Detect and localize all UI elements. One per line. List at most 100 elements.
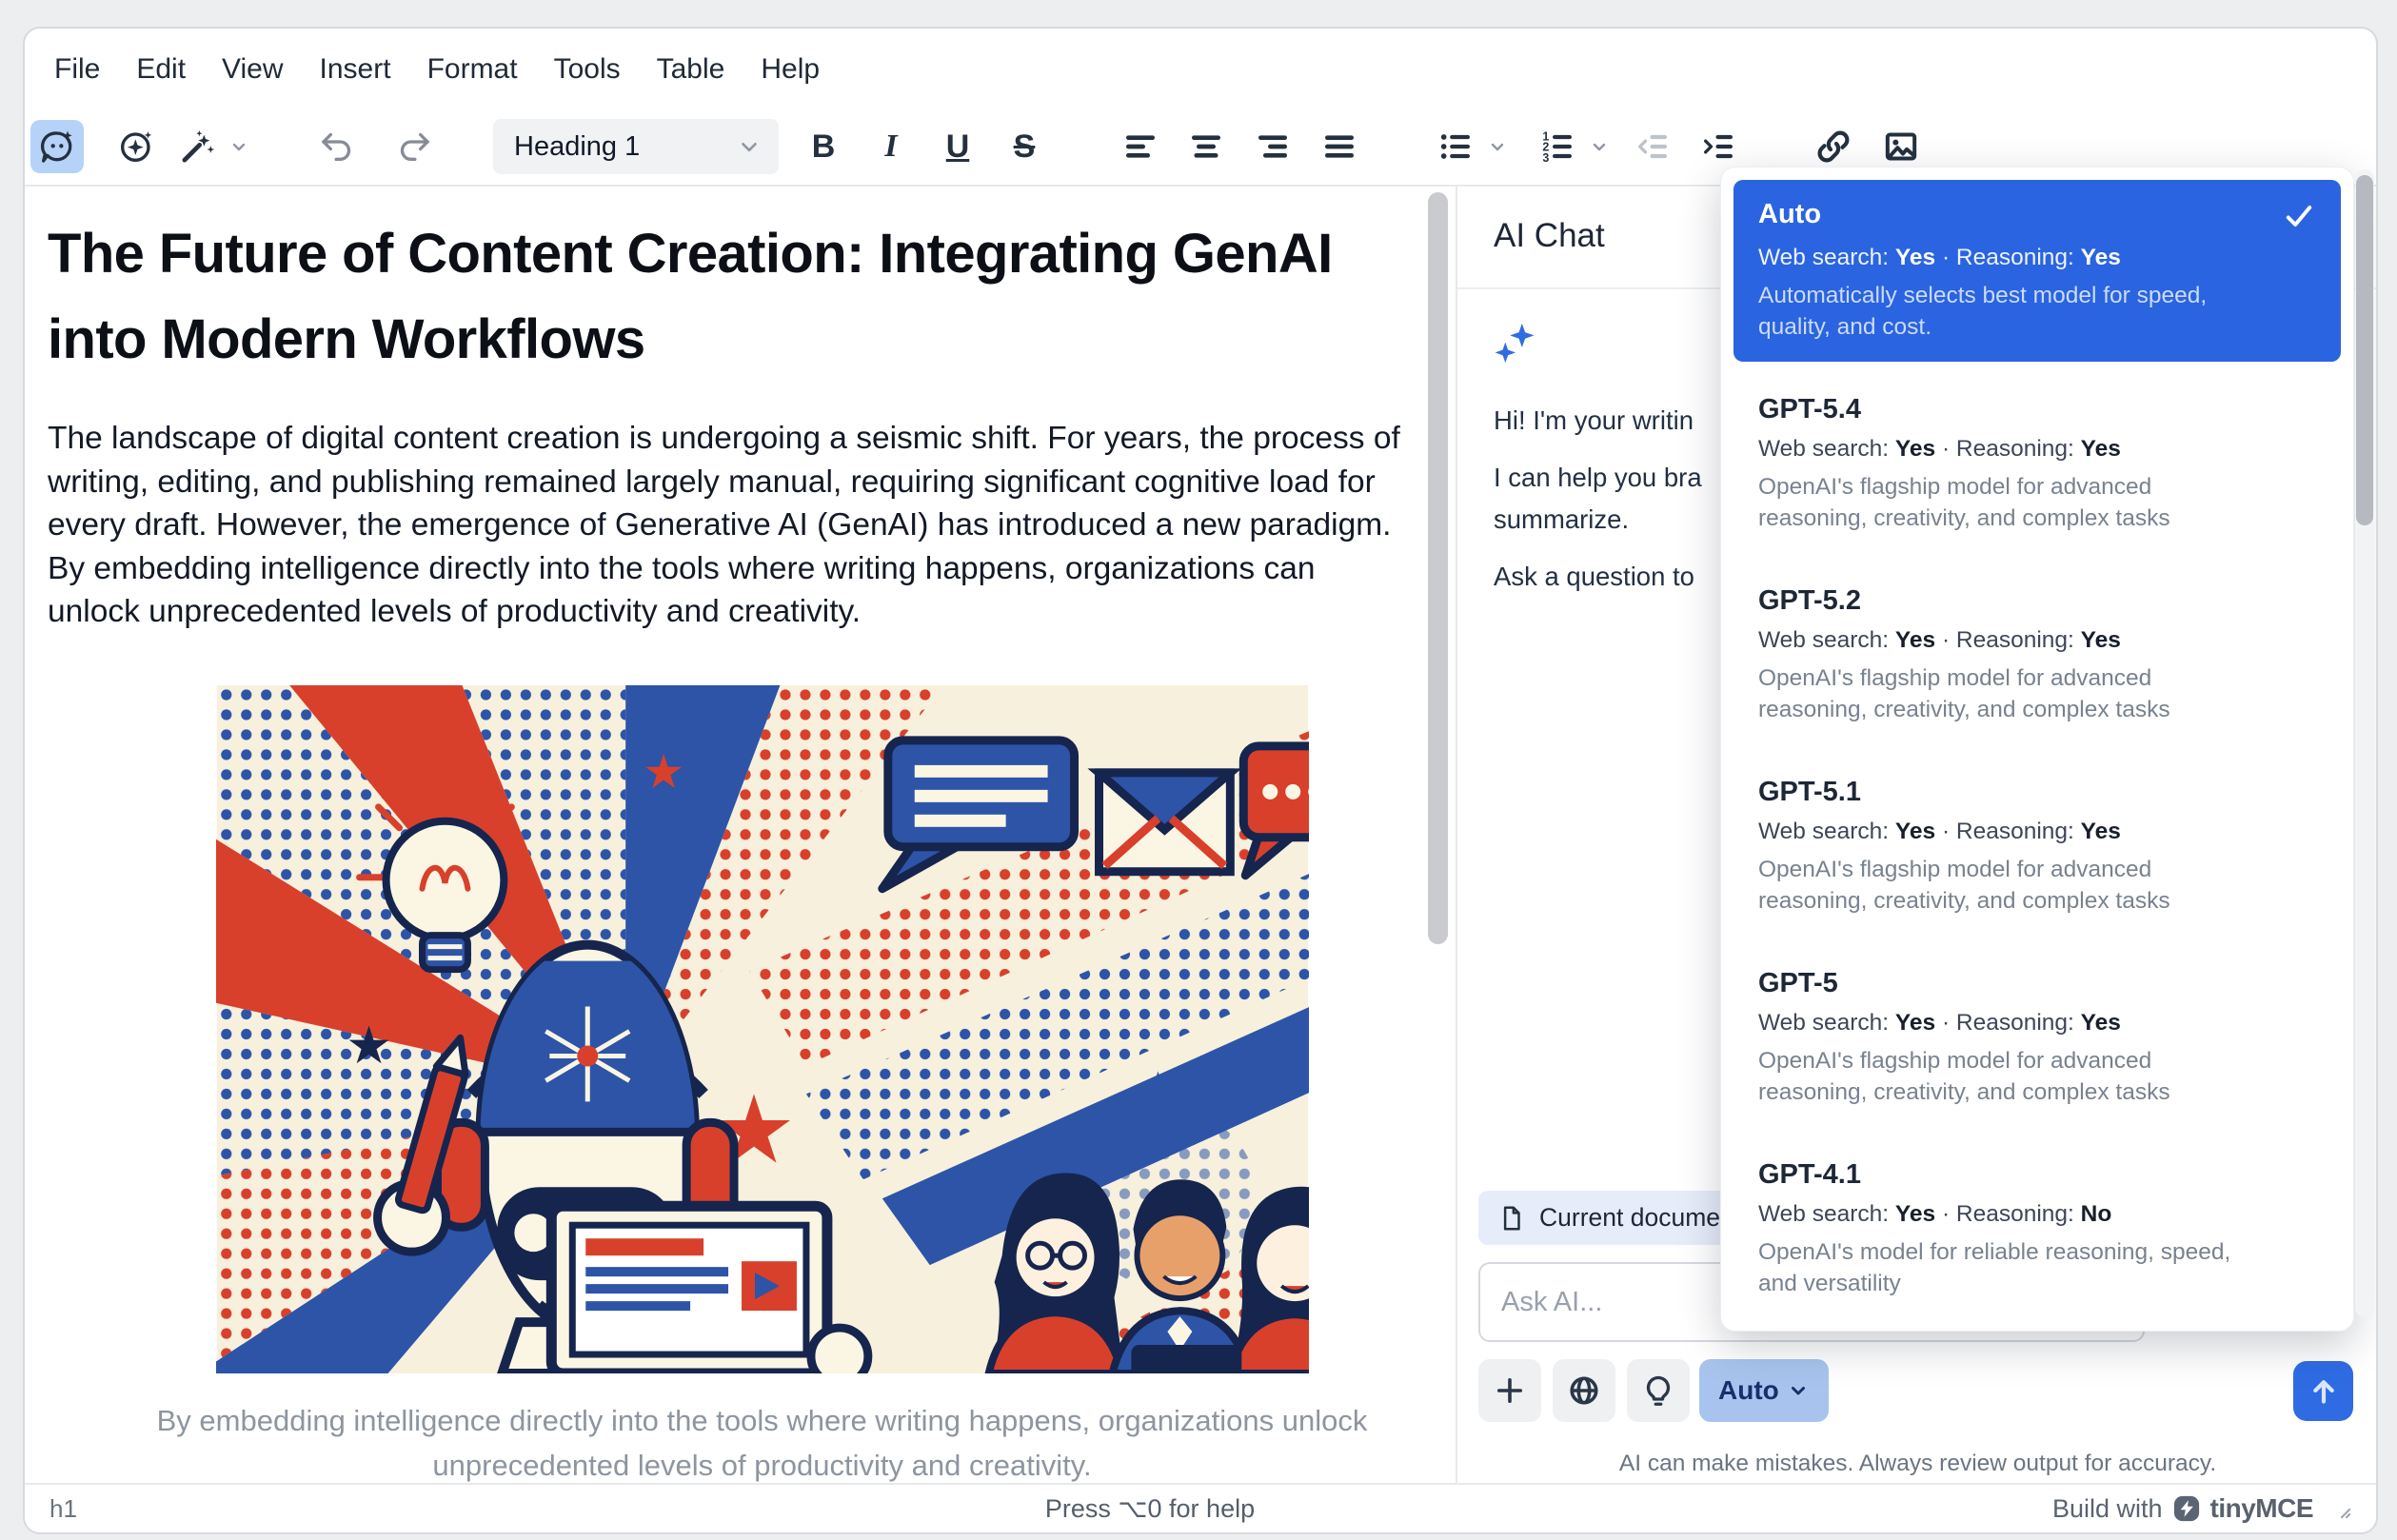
- image-icon: [1882, 128, 1920, 166]
- dropdown-scrollbar[interactable]: [2355, 169, 2374, 1317]
- screen: FileEditViewInsertFormatToolsTableHelp: [0, 0, 2397, 1540]
- model-option-name: Auto: [1758, 199, 1821, 229]
- outdent-icon: [1634, 128, 1672, 166]
- outdent-button[interactable]: [1626, 120, 1679, 173]
- model-option-name: GPT-5.2: [1758, 585, 1861, 616]
- underline-button[interactable]: U: [931, 120, 984, 173]
- link-button[interactable]: [1807, 120, 1860, 173]
- align-justify-icon: [1320, 128, 1358, 166]
- globe-icon: [1567, 1373, 1601, 1408]
- reasoning-button[interactable]: [1627, 1359, 1690, 1422]
- model-option-name: GPT-5.4: [1758, 394, 1861, 424]
- status-bar: h1 Press ⌥0 for help Build with tinyMCE: [25, 1483, 2376, 1532]
- ai-chat-title: AI Chat: [1494, 217, 1605, 255]
- check-icon: [2282, 199, 2316, 233]
- chevron-down-icon: [737, 134, 762, 159]
- align-right-icon: [1254, 128, 1292, 166]
- model-option-name: GPT-5: [1758, 968, 1838, 998]
- menu-file[interactable]: File: [36, 46, 118, 93]
- web-search-button[interactable]: [1553, 1359, 1615, 1422]
- menu-bar: FileEditViewInsertFormatToolsTableHelp: [25, 29, 2378, 109]
- indent-button[interactable]: [1692, 120, 1745, 173]
- lightbulb-icon: [1641, 1373, 1675, 1408]
- model-option-auto[interactable]: AutoWeb search: Yes · Reasoning: YesAuto…: [1733, 180, 2341, 362]
- redo-button[interactable]: [387, 120, 441, 173]
- numbered-list-button[interactable]: 1 2 3: [1531, 120, 1584, 173]
- strikethrough-button[interactable]: S: [998, 120, 1051, 173]
- document-paragraph: The landscape of digital content creatio…: [48, 417, 1409, 634]
- model-option-name: GPT-5.1: [1758, 777, 1861, 807]
- italic-button[interactable]: I: [864, 120, 918, 173]
- numbered-list-dropdown[interactable]: [1587, 120, 1612, 173]
- bullet-list-dropdown[interactable]: [1485, 120, 1510, 173]
- dropdown-scrollbar-thumb[interactable]: [2356, 175, 2373, 525]
- menu-table[interactable]: Table: [639, 46, 743, 93]
- plus-icon: [1493, 1373, 1527, 1408]
- ai-shortcuts-dropdown[interactable]: [227, 120, 251, 173]
- model-option-gpt-5.1[interactable]: GPT-5.1Web search: Yes · Reasoning: YesO…: [1733, 758, 2341, 936]
- ai-review-button[interactable]: [109, 120, 163, 173]
- send-button[interactable]: [2293, 1361, 2353, 1421]
- model-option-description: OpenAI's flagship model for advanced rea…: [1758, 854, 2258, 917]
- help-shortcut-text: Press ⌥0 for help: [25, 1494, 2275, 1524]
- resize-grip-icon[interactable]: [2330, 1498, 2351, 1519]
- model-selector-button[interactable]: Auto: [1699, 1359, 1829, 1422]
- model-option-name: GPT-4.1: [1758, 1159, 1861, 1190]
- model-option-description: OpenAI's model for reliable reasoning, s…: [1758, 1236, 2258, 1299]
- model-option-description: OpenAI's flagship model for advanced rea…: [1758, 1045, 2258, 1108]
- document-editor[interactable]: The Future of Content Creation: Integrat…: [25, 187, 1499, 1508]
- menu-edit[interactable]: Edit: [118, 46, 204, 93]
- model-selector-label: Auto: [1718, 1375, 1779, 1406]
- link-icon: [1814, 128, 1852, 166]
- ai-disclaimer: AI can make mistakes. Always review outp…: [1457, 1451, 2378, 1477]
- bullet-list-button[interactable]: [1429, 120, 1482, 173]
- undo-button[interactable]: [310, 120, 364, 173]
- menu-tools[interactable]: Tools: [536, 46, 639, 93]
- menu-help[interactable]: Help: [743, 46, 838, 93]
- menu-view[interactable]: View: [204, 46, 301, 93]
- genai-poster-illustration: [216, 685, 1309, 1373]
- model-option-gpt-4.1[interactable]: GPT-4.1 Web search: Yes · Reasoning: No Op…: [1733, 1140, 2341, 1318]
- strikethrough-glyph: S: [1014, 128, 1036, 166]
- model-option-description: OpenAI's flagship model for advanced rea…: [1758, 662, 2258, 725]
- chevron-down-icon: [228, 135, 250, 158]
- document-scrollbar[interactable]: [1428, 192, 1448, 944]
- align-left-button[interactable]: [1114, 120, 1167, 173]
- model-option-gpt-5.2[interactable]: GPT-5.2Web search: Yes · Reasoning: YesO…: [1733, 566, 2341, 744]
- undo-icon: [318, 128, 356, 166]
- model-option-meta: Web search: Yes · Reasoning: Yes: [1758, 436, 2316, 463]
- format-select[interactable]: Heading 1: [493, 119, 779, 174]
- align-justify-button[interactable]: [1313, 120, 1366, 173]
- underline-glyph: U: [946, 128, 970, 166]
- document-icon: [1497, 1204, 1526, 1233]
- bullet-list-icon: [1436, 128, 1475, 166]
- align-left-icon: [1121, 128, 1159, 166]
- document-image[interactable]: [216, 685, 1309, 1373]
- chevron-down-icon: [1486, 135, 1509, 158]
- model-option-meta: Web search: Yes · Reasoning: No: [1758, 1201, 2316, 1228]
- ai-chat-icon: [38, 128, 76, 166]
- bold-button[interactable]: B: [797, 120, 850, 173]
- chevron-down-icon: [1787, 1379, 1810, 1402]
- indent-icon: [1699, 128, 1737, 166]
- model-option-meta: Web search: Yes · Reasoning: Yes: [1758, 245, 2316, 271]
- numbered-list-icon: 1 2 3: [1538, 128, 1576, 166]
- svg-text:3: 3: [1542, 151, 1549, 165]
- insert-image-button[interactable]: [1874, 120, 1928, 173]
- align-right-button[interactable]: [1246, 120, 1299, 173]
- italic-glyph: I: [884, 128, 897, 165]
- ai-sparkle-circle-icon: [117, 128, 155, 166]
- bold-glyph: B: [812, 128, 836, 166]
- model-option-gpt-5[interactable]: GPT-5 Web search: Yes · Reasoning: Yes Ope…: [1733, 949, 2341, 1127]
- attach-button[interactable]: [1478, 1359, 1541, 1422]
- ai-shortcuts-button[interactable]: [171, 120, 225, 173]
- align-center-button[interactable]: [1179, 120, 1233, 173]
- model-option-description: OpenAI's flagship model for advanced rea…: [1758, 471, 2258, 534]
- document-title: The Future of Content Creation: Integrat…: [48, 211, 1390, 383]
- ai-chat-button[interactable]: [30, 120, 84, 173]
- format-select-value: Heading 1: [514, 131, 640, 163]
- menu-insert[interactable]: Insert: [302, 46, 409, 93]
- menu-format[interactable]: Format: [409, 46, 536, 93]
- model-option-gpt-5.4[interactable]: GPT-5.4 Web search: Yes · Reasoning: Yes O…: [1733, 375, 2341, 553]
- model-option-meta: Web search: Yes · Reasoning: Yes: [1758, 1010, 2316, 1037]
